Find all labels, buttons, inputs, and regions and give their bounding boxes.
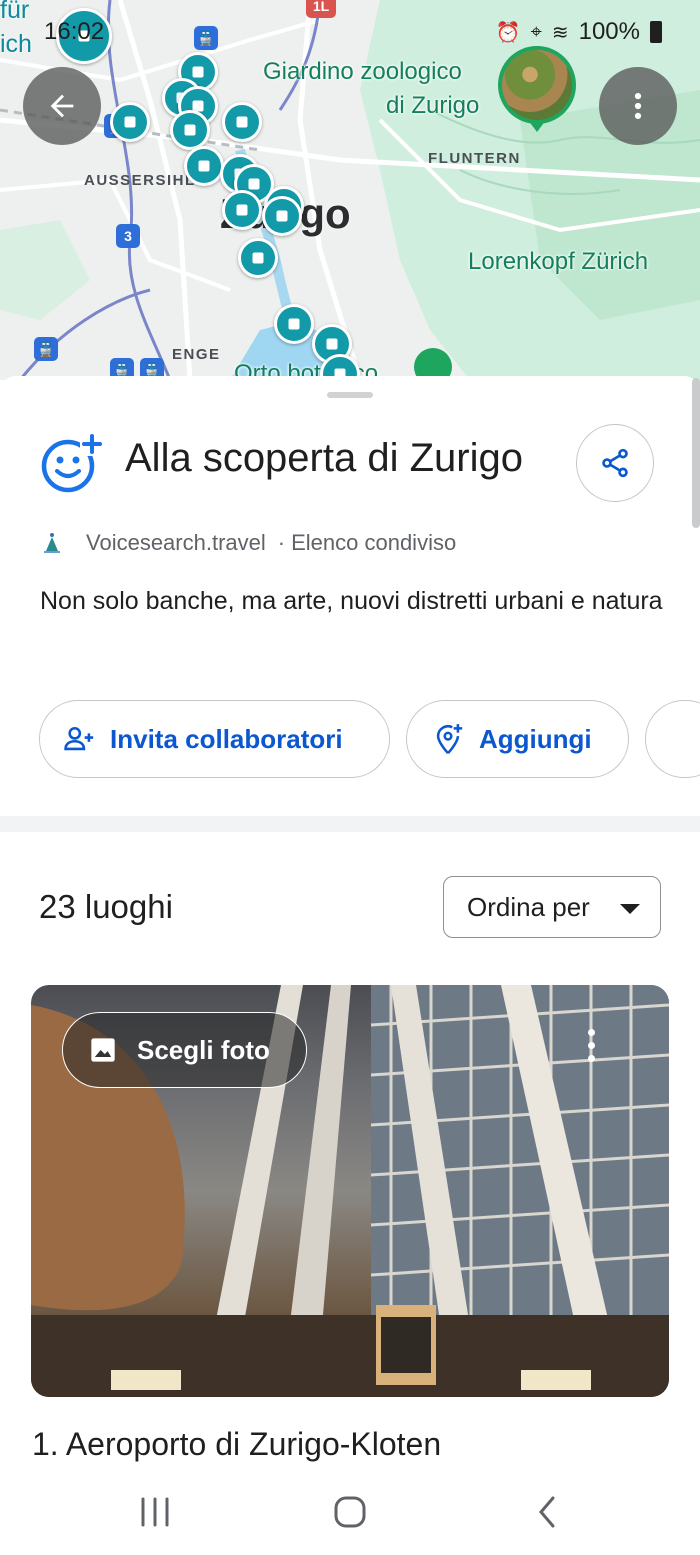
place-pin[interactable] xyxy=(184,146,224,186)
list-description: Non solo banche, ma arte, nuovi distrett… xyxy=(40,587,663,615)
system-nav-bar xyxy=(0,1468,700,1555)
alarm-icon: ⏰ xyxy=(495,21,521,44)
list-source-name[interactable]: Voicesearch.travel xyxy=(86,530,266,556)
arrow-back-icon xyxy=(50,94,74,118)
system-back-button[interactable] xyxy=(517,1490,577,1534)
place-item-title[interactable]: 1. Aeroporto di Zurigo-Kloten xyxy=(32,1426,441,1463)
caret-down-icon xyxy=(620,904,640,914)
person-add-icon xyxy=(62,722,96,756)
more-actions-chip[interactable] xyxy=(645,700,700,778)
location-icon: ⌖ xyxy=(530,20,542,43)
more-vert-icon xyxy=(634,92,642,120)
add-location-icon xyxy=(431,722,465,756)
invite-collaborators-label: Invita collaboratori xyxy=(110,723,343,754)
smiley-plus-icon xyxy=(40,432,102,494)
road-marker-3: 3 xyxy=(116,224,140,248)
place-pin[interactable] xyxy=(110,102,150,142)
map-label-loorenkopf[interactable]: Lorenkopf Zürich xyxy=(468,248,648,276)
status-bar: 16:02 ⏰ ⌖ ≋ 100% xyxy=(0,0,700,62)
home-icon xyxy=(334,1496,366,1528)
source-logo-icon xyxy=(40,531,64,555)
place-pin[interactable] xyxy=(274,304,314,344)
place-pin[interactable] xyxy=(222,102,262,142)
status-time: 16:02 xyxy=(44,18,105,45)
list-title: Alla scoperta di Zurigo xyxy=(125,436,523,480)
list-source-row: Voicesearch.travel · Elenco condiviso xyxy=(40,530,456,556)
choose-photo-label: Scegli foto xyxy=(137,1034,270,1065)
image-icon xyxy=(89,1036,117,1064)
map-label-fluntern: FLUNTERN xyxy=(428,150,521,167)
more-options-button[interactable] xyxy=(599,67,677,145)
map-label-zoo[interactable]: Giardino zoologico xyxy=(263,58,462,86)
sort-label: Ordina per xyxy=(467,891,590,922)
list-bottom-sheet[interactable]: Alla scoperta di Zurigo Voicesearch.trav… xyxy=(0,376,700,1555)
scrollbar[interactable] xyxy=(692,378,700,528)
add-place-button[interactable]: Aggiungi xyxy=(406,700,629,778)
home-button[interactable] xyxy=(320,1490,380,1534)
list-source-separator: · xyxy=(277,530,286,555)
section-divider xyxy=(0,816,700,832)
chevron-left-icon xyxy=(539,1496,555,1528)
place-pin[interactable] xyxy=(262,196,302,236)
list-type: Elenco condiviso xyxy=(291,530,457,555)
sort-dropdown[interactable]: Ordina per xyxy=(443,876,661,938)
place-pin[interactable] xyxy=(222,190,262,230)
wifi-icon: ≋ xyxy=(551,21,569,44)
transit-station-icon[interactable]: 🚆 xyxy=(34,337,58,361)
invite-collaborators-button[interactable]: Invita collaboratori xyxy=(39,700,390,778)
recents-icon xyxy=(141,1497,169,1527)
back-button[interactable] xyxy=(23,67,101,145)
drag-handle[interactable] xyxy=(327,392,373,398)
share-icon xyxy=(602,448,628,478)
add-place-label: Aggiungi xyxy=(479,723,592,754)
places-count: 23 luoghi xyxy=(39,888,173,925)
choose-photo-button[interactable]: Scegli foto xyxy=(62,1012,307,1088)
status-icons: ⏰ ⌖ ≋ 100% xyxy=(496,18,662,46)
place-pin[interactable] xyxy=(238,238,278,278)
share-button[interactable] xyxy=(576,424,654,502)
recent-apps-button[interactable] xyxy=(125,1490,185,1534)
battery-text: 100% xyxy=(578,18,640,45)
photo-more-icon[interactable] xyxy=(570,1020,612,1070)
map-view[interactable]: für ich Giardino zoologico di Zurigo FLU… xyxy=(0,0,700,380)
place-pin[interactable] xyxy=(170,110,210,150)
map-label-enge: ENGE xyxy=(172,346,221,363)
battery-icon xyxy=(650,21,662,43)
map-label-aussersihl: AUSSERSIHL xyxy=(84,172,196,189)
map-label-zoo-2[interactable]: di Zurigo xyxy=(386,92,479,120)
